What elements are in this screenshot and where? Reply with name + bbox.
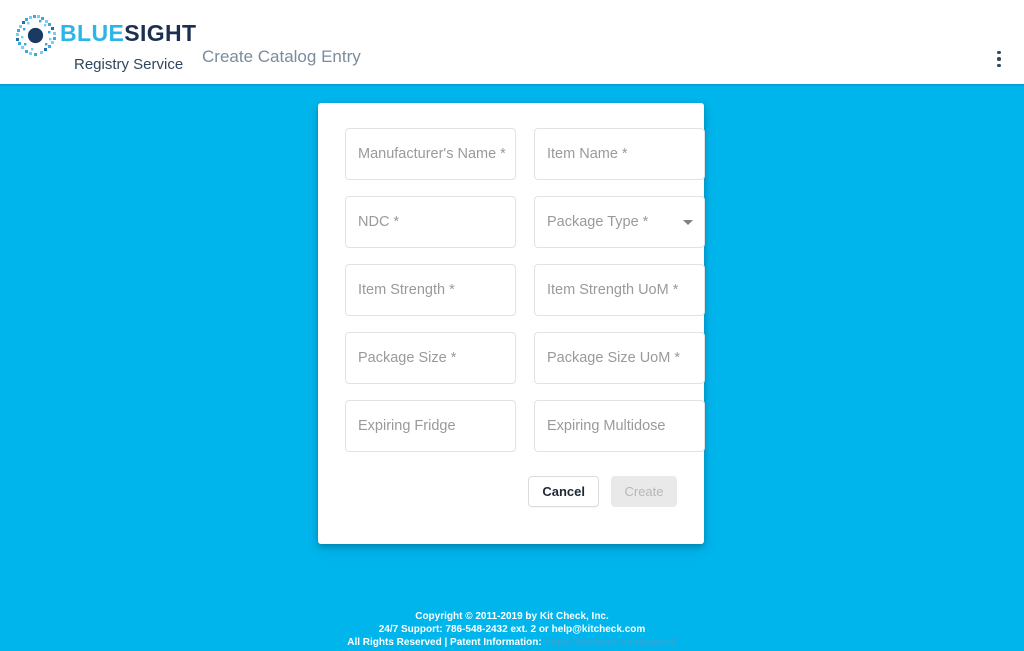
manufacturers-name-placeholder: Manufacturer's Name * <box>358 146 506 162</box>
kebab-dot <box>997 57 1001 61</box>
footer-support: 24/7 Support: 786-548-2432 ext. 2 or hel… <box>378 624 646 635</box>
package-size-placeholder: Package Size * <box>358 350 457 366</box>
package-size-uom-placeholder: Package Size UoM * <box>547 350 680 366</box>
page-title: Create Catalog Entry <box>202 47 361 66</box>
cancel-button[interactable]: Cancel <box>528 476 599 507</box>
expiring-multidose-field[interactable]: Expiring Multidose <box>534 400 705 452</box>
ndc-placeholder: NDC * <box>358 214 400 230</box>
expiring-multidose-placeholder: Expiring Multidose <box>547 418 666 434</box>
kebab-dot <box>997 63 1001 68</box>
main-canvas: Manufacturer's Name * Item Name * NDC * … <box>0 86 1024 651</box>
brand-wordmark-sight: SIGHT <box>124 20 197 46</box>
brand-subtitle: Registry Service <box>74 56 184 73</box>
create-catalog-entry-card: Manufacturer's Name * Item Name * NDC * … <box>318 103 705 544</box>
package-size-uom-field[interactable]: Package Size UoM * <box>534 332 705 384</box>
item-name-field[interactable]: Item Name * <box>534 128 705 180</box>
patent-information-link[interactable]: https://kitcheck.com/patent/ <box>545 637 677 648</box>
footer-patent-line: All Rights Reserved | Patent Information… <box>0 636 1024 649</box>
package-type-select[interactable]: Package Type * <box>534 196 705 248</box>
bluesight-pixel-ring-icon <box>16 15 56 56</box>
create-button[interactable]: Create <box>611 476 677 507</box>
package-size-field[interactable]: Package Size * <box>345 332 516 384</box>
footer-patent-label: All Rights Reserved | Patent Information… <box>347 637 542 648</box>
card-actions: Cancel Create <box>345 476 677 507</box>
footer-copyright: Copyright © 2011-2019 by Kit Check, Inc. <box>415 611 609 622</box>
item-strength-uom-field[interactable]: Item Strength UoM * <box>534 264 705 316</box>
chevron-down-icon[interactable] <box>683 220 693 225</box>
brand-block[interactable]: BLUESIGHT Registry Service <box>14 10 196 76</box>
manufacturers-name-field[interactable]: Manufacturer's Name * <box>345 128 516 180</box>
app-header: BLUESIGHT Registry Service Create Catalo… <box>0 0 1024 86</box>
kebab-dot <box>997 50 1001 55</box>
item-name-placeholder: Item Name * <box>547 146 628 162</box>
item-strength-field[interactable]: Item Strength * <box>345 264 516 316</box>
expiring-fridge-placeholder: Expiring Fridge <box>358 418 456 434</box>
item-strength-uom-placeholder: Item Strength UoM * <box>547 282 679 298</box>
ndc-field[interactable]: NDC * <box>345 196 516 248</box>
package-type-placeholder: Package Type * <box>547 214 649 230</box>
kebab-menu-icon[interactable] <box>982 42 1016 76</box>
item-strength-placeholder: Item Strength * <box>358 282 455 298</box>
catalog-entry-form: Manufacturer's Name * Item Name * NDC * … <box>345 128 705 452</box>
brand-wordmark-blue: BLUE <box>60 20 125 46</box>
brand-wordmark: BLUESIGHT <box>60 22 197 45</box>
page-footer: Copyright © 2011-2019 by Kit Check, Inc.… <box>0 610 1024 649</box>
expiring-fridge-field[interactable]: Expiring Fridge <box>345 400 516 452</box>
